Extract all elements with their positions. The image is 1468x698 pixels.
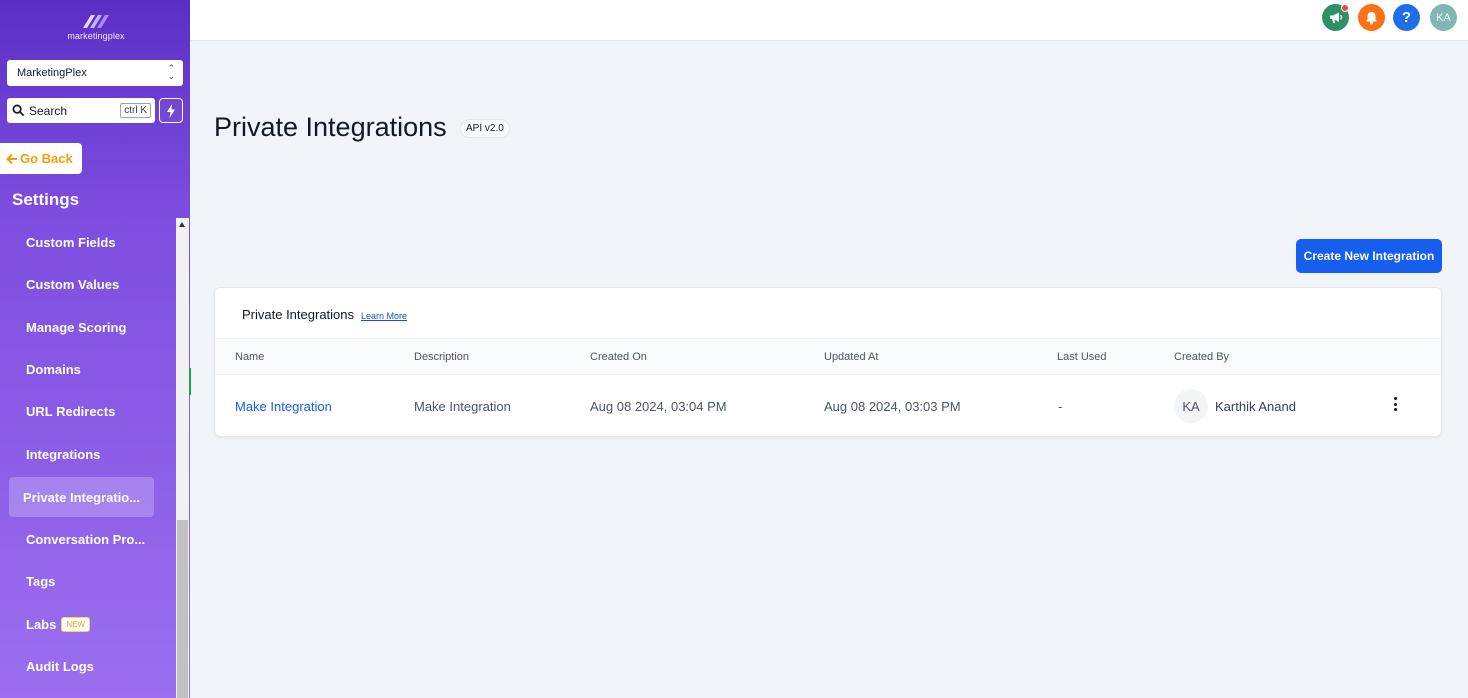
go-back-button[interactable]: Go Back — [0, 143, 82, 174]
sidebar-item-tags[interactable]: Tags — [9, 561, 154, 601]
sidebar-item-label: Manage Scoring — [26, 319, 127, 335]
lightning-icon — [167, 103, 175, 118]
user-avatar[interactable]: KA — [1430, 4, 1457, 31]
column-header-last-used: Last Used — [1057, 351, 1107, 363]
sidebar-item-audit-logs[interactable]: Audit Logs — [9, 646, 154, 686]
sidebar-item-label: Custom Values — [26, 276, 120, 292]
sidebar-item-label: URL Redirects — [26, 403, 116, 419]
sidebar-item-label: Custom Fields — [26, 234, 116, 250]
sidebar-item-manage-scoring[interactable]: Manage Scoring — [9, 307, 154, 347]
chevron-up-down-icon: ⌃ ⌄ — [167, 63, 175, 81]
sidebar-item-label: Integrations — [26, 446, 101, 462]
sidebar-item-label: Tags — [26, 573, 56, 589]
notification-dot — [1341, 4, 1349, 12]
sidebar-item-private-integrations[interactable]: Private Integratio... — [9, 477, 154, 517]
brand-logo-icon — [83, 15, 109, 28]
integration-description: Make Integration — [414, 399, 511, 414]
integration-last-used: - — [1058, 399, 1063, 414]
scrollbar-thumb[interactable] — [177, 520, 188, 698]
help-button[interactable]: ? — [1393, 4, 1420, 31]
go-back-label: Go Back — [20, 151, 73, 166]
top-header: ? KA — [190, 0, 1468, 41]
quick-actions-button[interactable] — [159, 98, 183, 123]
sidebar-item-label: Private Integratio... — [23, 489, 141, 505]
brand-logo[interactable]: marketingplex — [66, 12, 126, 41]
sidebar-item-url-redirects[interactable]: URL Redirects — [9, 391, 154, 431]
account-switcher-value: MarketingPlex — [17, 67, 87, 79]
sidebar-item-label: Audit Logs — [26, 658, 94, 674]
api-version-badge: API v2.0 — [460, 119, 510, 138]
sidebar-item-conversation-providers[interactable]: Conversation Pro... — [9, 519, 154, 559]
new-badge: NEW — [61, 616, 91, 632]
help-icon: ? — [1401, 9, 1412, 26]
arrow-left-icon — [6, 153, 17, 164]
search-placeholder: Search — [29, 103, 68, 118]
sidebar-item-custom-fields[interactable]: Custom Fields — [9, 222, 154, 262]
sidebar-item-label: Conversation Pro... — [26, 531, 146, 547]
column-header-description: Description — [414, 351, 470, 363]
sidebar-item-labs[interactable]: Labs NEW — [9, 604, 154, 644]
bell-icon — [1366, 11, 1377, 24]
integration-updated-at: Aug 08 2024, 03:03 PM — [824, 399, 961, 414]
search-icon — [12, 104, 25, 117]
search-input[interactable]: Search ctrl K — [7, 98, 155, 123]
settings-heading: Settings — [12, 190, 80, 209]
active-indicator — [189, 368, 191, 395]
create-new-integration-button[interactable]: Create New Integration — [1296, 239, 1442, 273]
sidebar-scrollbar[interactable] — [176, 218, 189, 698]
user-initials: KA — [1436, 11, 1451, 24]
column-header-created-by: Created By — [1174, 351, 1230, 363]
brand-name: marketingplex — [67, 31, 125, 41]
sidebar-item-domains[interactable]: Domains — [9, 349, 154, 389]
sidebar: marketingplex MarketingPlex ⌃ ⌄ Search ct… — [0, 0, 190, 698]
integration-created-on: Aug 08 2024, 03:04 PM — [590, 399, 727, 414]
sidebar-item-custom-values[interactable]: Custom Values — [9, 264, 154, 304]
creator-name: Karthik Anand — [1215, 399, 1296, 414]
integrations-table-card: Private Integrations Learn More Name Des… — [214, 287, 1442, 437]
row-actions-menu-icon[interactable] — [1389, 395, 1401, 413]
creator-avatar: KA — [1174, 389, 1208, 423]
search-shortcut: ctrl K — [120, 103, 151, 118]
learn-more-link[interactable]: Learn More — [361, 311, 407, 321]
column-header-created-on: Created On — [590, 351, 647, 363]
table-header: Name Description Created On Updated At L… — [215, 338, 1441, 375]
page-title: Private Integrations — [214, 112, 447, 142]
column-header-updated-at: Updated At — [824, 351, 879, 363]
sidebar-item-label: Domains — [26, 361, 81, 377]
table-title: Private Integrations — [242, 307, 355, 322]
sidebar-item-integrations[interactable]: Integrations — [9, 434, 154, 474]
megaphone-icon — [1329, 12, 1342, 23]
column-header-name: Name — [235, 351, 265, 363]
sidebar-item-label: Labs — [26, 616, 57, 632]
integration-name-link[interactable]: Make Integration — [235, 399, 332, 414]
account-switcher[interactable]: MarketingPlex ⌃ ⌄ — [7, 60, 183, 86]
notifications-button[interactable] — [1358, 4, 1385, 31]
scroll-up-arrow-icon[interactable] — [179, 222, 185, 227]
